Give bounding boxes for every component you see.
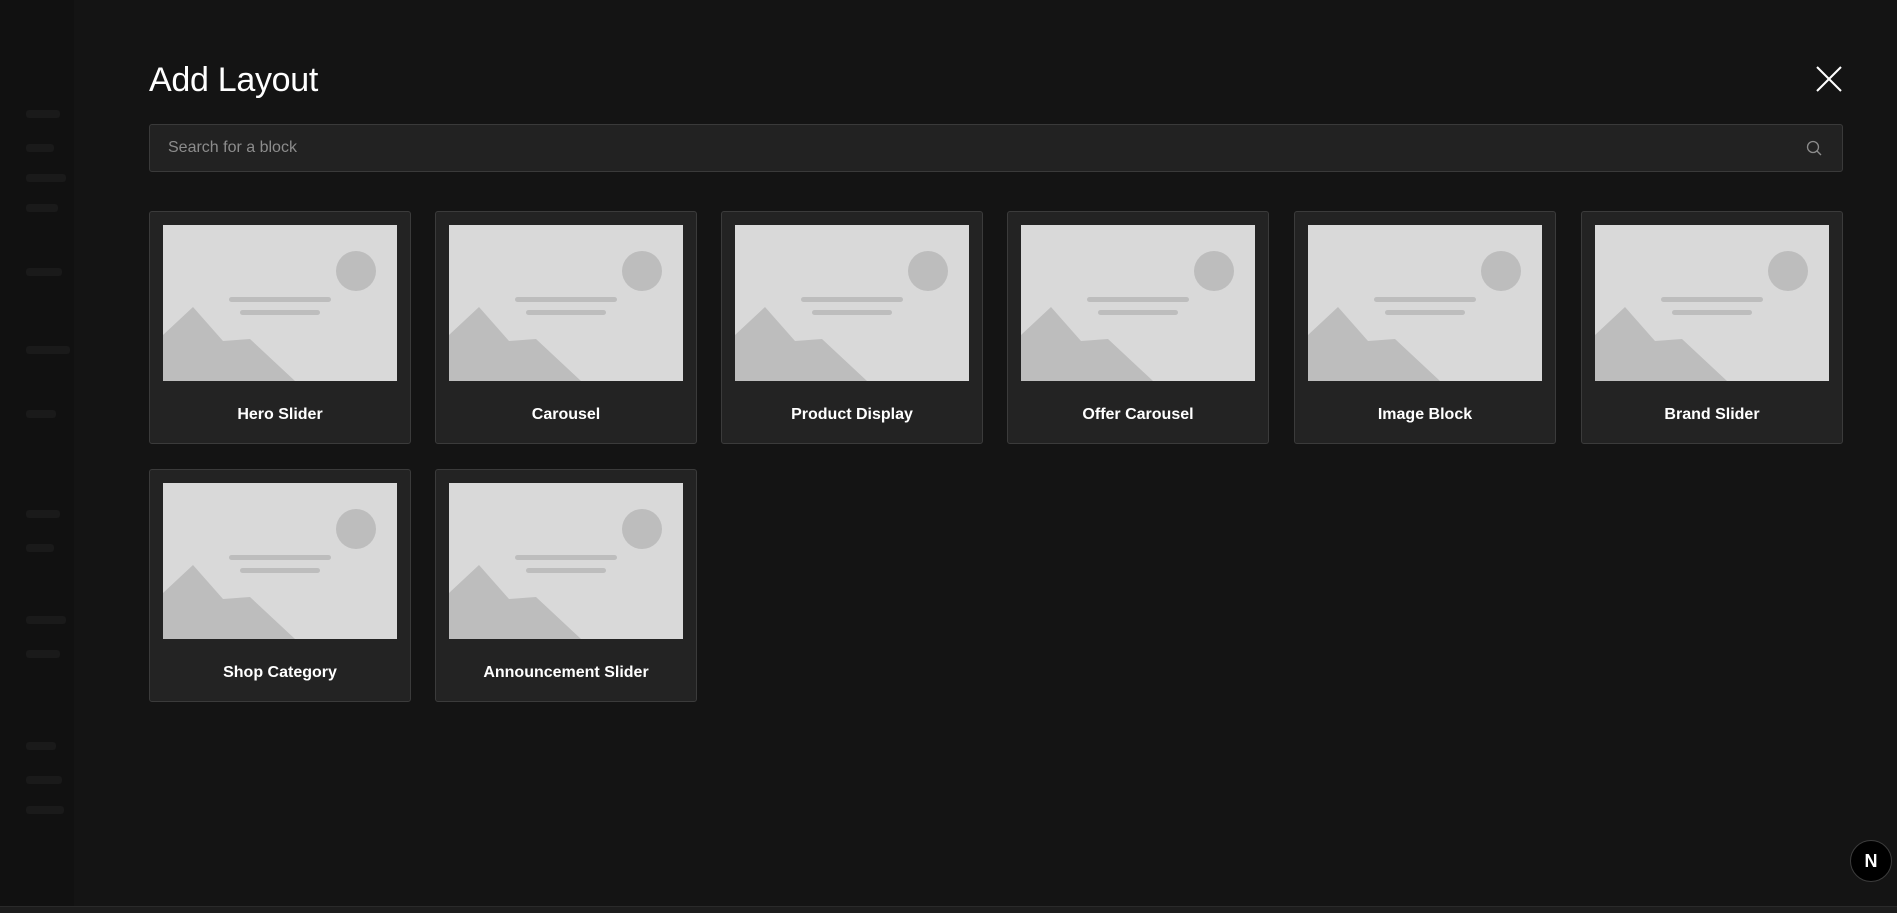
- close-button[interactable]: [1812, 62, 1846, 96]
- block-card-brand-slider[interactable]: Brand Slider: [1581, 211, 1843, 444]
- block-card-label: Offer Carousel: [1082, 406, 1194, 423]
- image-placeholder-icon: [449, 483, 683, 639]
- block-card-hero-slider[interactable]: Hero Slider: [149, 211, 411, 444]
- block-card-carousel[interactable]: Carousel: [435, 211, 697, 444]
- search-icon[interactable]: [1806, 140, 1822, 156]
- block-card-label: Shop Category: [223, 664, 337, 681]
- block-card-label: Carousel: [531, 406, 601, 423]
- sidebar-ghost-item: [26, 776, 62, 784]
- nextjs-icon: N: [1864, 850, 1878, 871]
- block-card-label: Hero Slider: [237, 406, 323, 423]
- close-icon: [1816, 66, 1842, 92]
- block-card-shop-category[interactable]: Shop Category: [149, 469, 411, 702]
- sidebar-ghost-item: [26, 616, 66, 624]
- nextjs-dev-badge[interactable]: N: [1850, 840, 1892, 882]
- block-card-label: Image Block: [1377, 406, 1473, 423]
- image-placeholder-icon: [1308, 225, 1542, 381]
- block-card-offer-carousel[interactable]: Offer Carousel: [1007, 211, 1269, 444]
- sidebar-ghost-item: [26, 268, 62, 276]
- block-card-product-display[interactable]: Product Display: [721, 211, 983, 444]
- image-placeholder-icon: [163, 483, 397, 639]
- sidebar-ghost-item: [26, 204, 58, 212]
- image-placeholder-icon: [163, 225, 397, 381]
- block-card-image-block[interactable]: Image Block: [1294, 211, 1556, 444]
- image-placeholder-icon: [735, 225, 969, 381]
- image-placeholder-icon: [1021, 225, 1255, 381]
- sidebar-ghost-item: [26, 410, 56, 418]
- search-input[interactable]: [150, 125, 1790, 171]
- sidebar-ghost-item: [26, 174, 66, 182]
- sidebar-ghost-item: [26, 510, 60, 518]
- sidebar-ghost-item: [26, 544, 54, 552]
- search-bar: [149, 124, 1843, 172]
- sidebar-ghost-item: [26, 110, 60, 118]
- modal-title: Add Layout: [149, 61, 319, 99]
- sidebar-ghost-item: [26, 806, 64, 814]
- image-placeholder-icon: [449, 225, 683, 381]
- block-card-label: Announcement Slider: [483, 664, 649, 681]
- sidebar-ghost-item: [26, 144, 54, 152]
- block-card-label: Brand Slider: [1664, 406, 1760, 423]
- block-card-announcement-slider[interactable]: Announcement Slider: [435, 469, 697, 702]
- sidebar-ghost-item: [26, 650, 60, 658]
- sidebar-ghost-item: [26, 742, 56, 750]
- sidebar-ghost-item: [26, 346, 70, 354]
- block-card-label: Product Display: [791, 406, 913, 423]
- image-placeholder-icon: [1595, 225, 1829, 381]
- background-sidebar: [0, 0, 74, 912]
